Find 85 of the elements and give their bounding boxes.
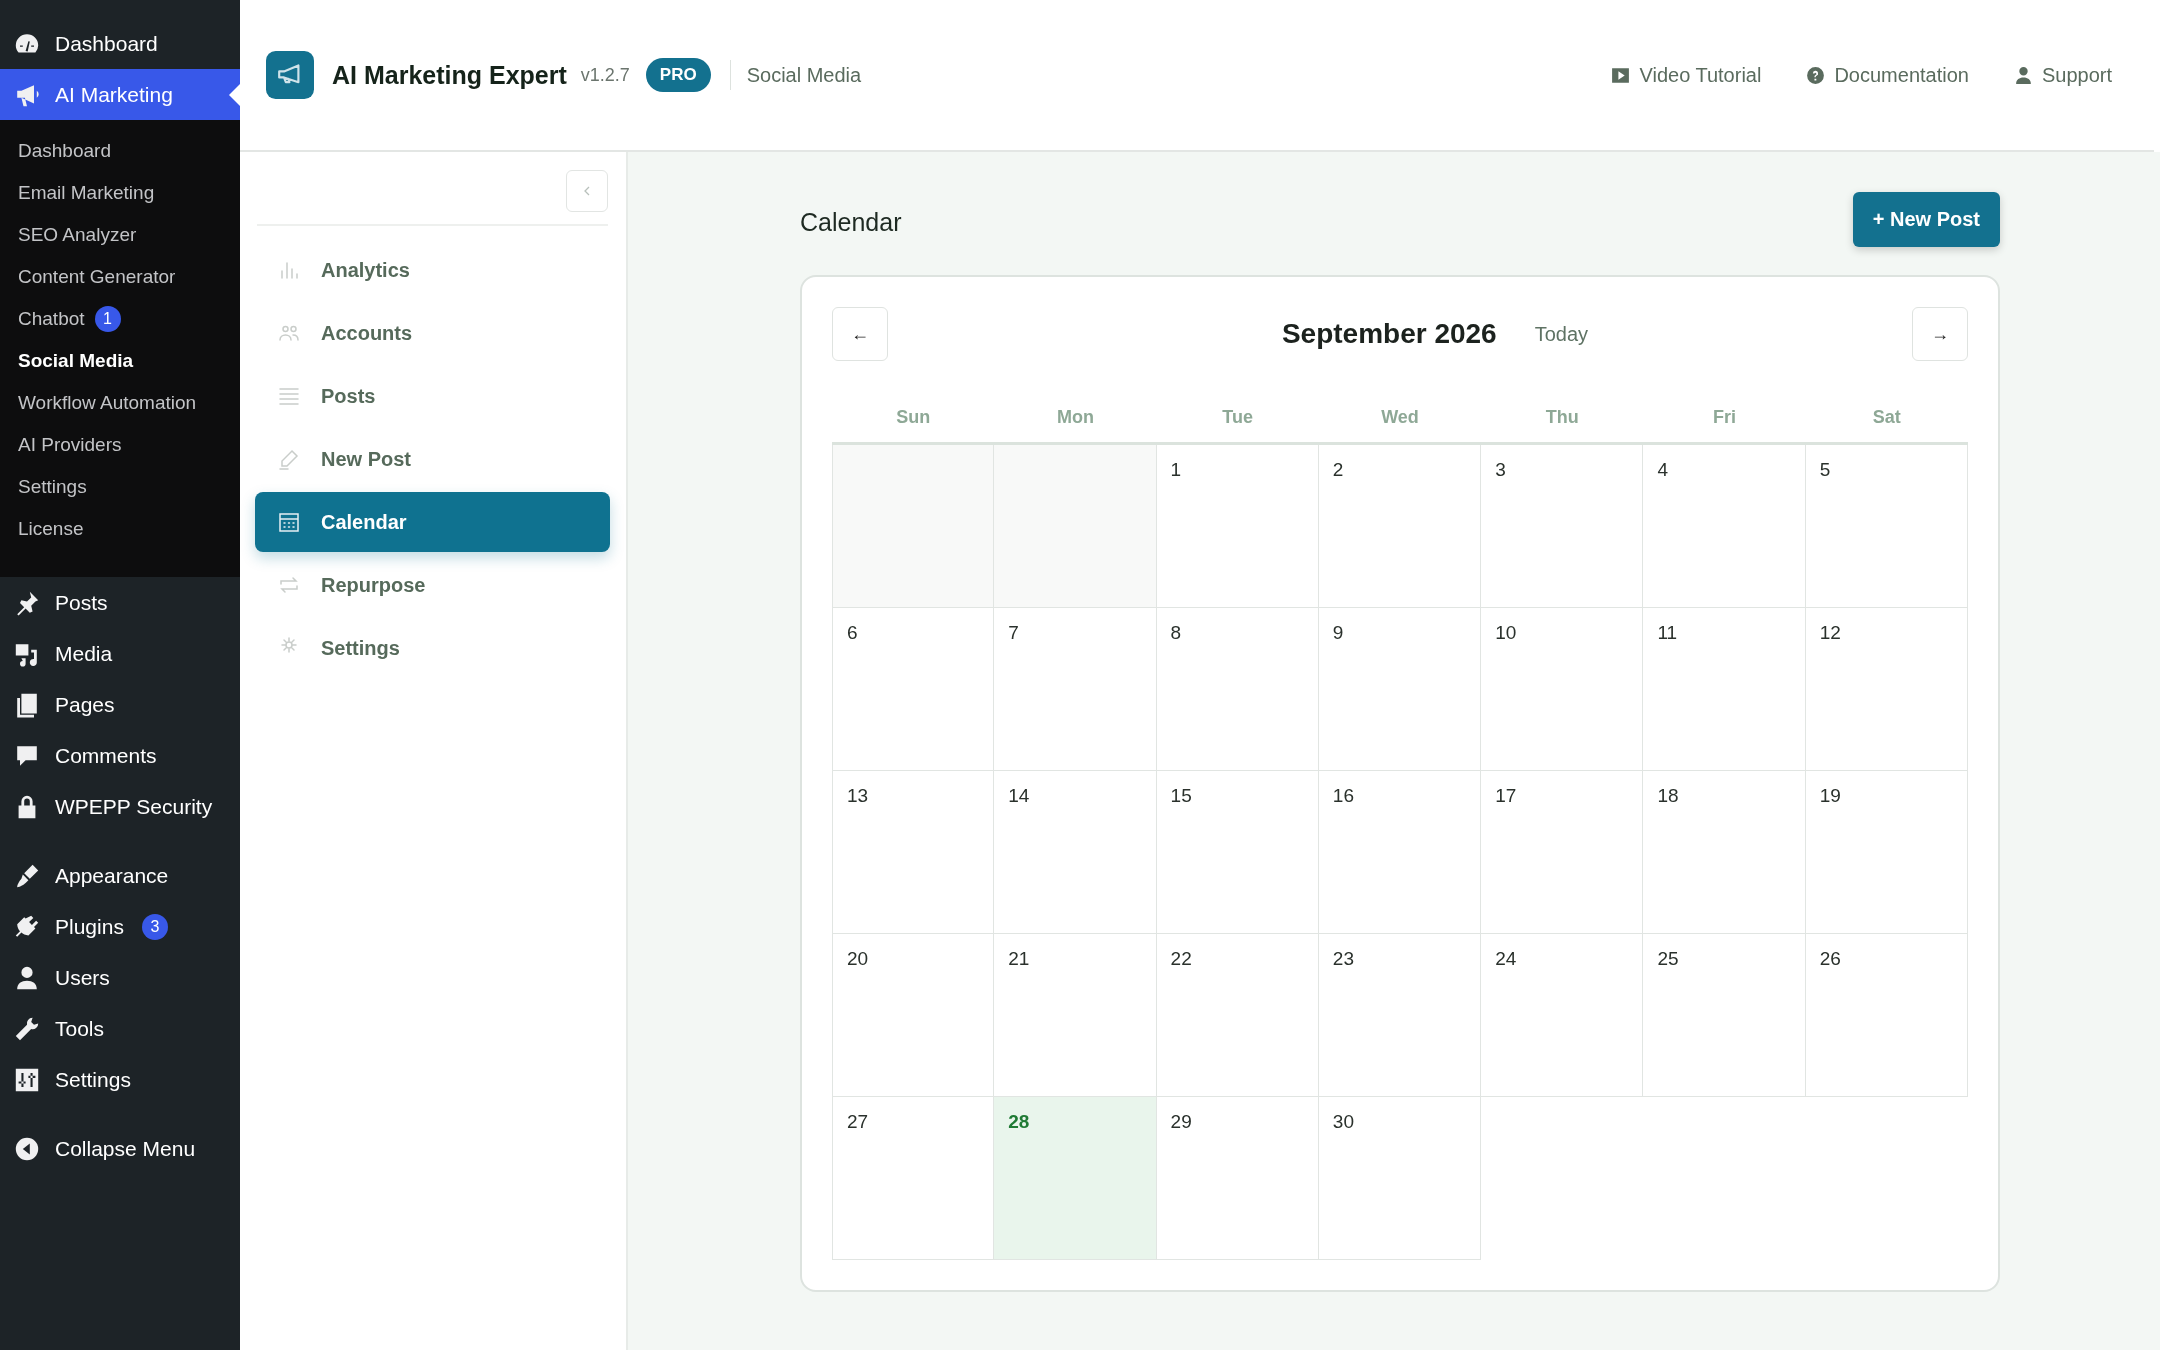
next-month-button[interactable]: → [1912, 307, 1968, 361]
submenu-item[interactable]: Settings [0, 466, 240, 508]
weekday-label: Wed [1380, 407, 1420, 428]
day-cell[interactable]: 10 [1481, 608, 1644, 771]
day-cell[interactable]: 7 [994, 608, 1157, 771]
submenu-item[interactable]: Chatbot 1 [0, 298, 240, 340]
admin-menu-item[interactable]: Dashboard [0, 18, 240, 69]
nav-item[interactable]: Posts [255, 366, 610, 426]
day-cell[interactable]: 8 [1156, 608, 1319, 771]
version-label: v1.2.7 [580, 64, 630, 86]
day-cell[interactable]: 18 [1643, 771, 1806, 934]
today-button[interactable]: Today [1534, 322, 1589, 346]
collapse-button[interactable] [566, 170, 608, 212]
plugin-title: AI Marketing Expert [332, 60, 567, 90]
submenu-item[interactable]: Content Generator [0, 256, 240, 298]
help-icon [1805, 64, 1827, 86]
day-cell[interactable]: 3 [1481, 445, 1644, 608]
previous-month-button[interactable]: ← [832, 307, 888, 361]
header-link[interactable]: Support [2012, 63, 2112, 87]
submenu-item[interactable]: Social Media [0, 340, 240, 382]
admin-menu-item[interactable]: Users [0, 952, 240, 1003]
day-cell[interactable]: 30 [1318, 1097, 1482, 1260]
weekday-label: Sun [895, 407, 932, 428]
admin-menu-item[interactable]: Posts [0, 577, 240, 628]
page-title: Calendar [800, 207, 902, 237]
day-cell[interactable]: 24 [1481, 934, 1644, 1097]
day-cell[interactable]: 2 [1318, 445, 1482, 608]
weekday-label: Thu [1544, 407, 1580, 428]
admin-menu-item[interactable]: WPEPP Security [0, 781, 240, 832]
admin-menu-item[interactable]: Tools [0, 1003, 240, 1054]
submenu-item[interactable]: Dashboard [0, 130, 240, 172]
day-cell[interactable]: 11 [1643, 608, 1806, 771]
submenu-item[interactable]: AI Providers [0, 424, 240, 466]
day-cell[interactable]: 19 [1805, 771, 1968, 934]
header-link[interactable]: Video Tutorial [1610, 63, 1762, 87]
day-cell[interactable]: 12 [1805, 608, 1968, 771]
admin-menu-item[interactable]: Plugins 3 [0, 901, 240, 952]
admin-menu-item[interactable]: Collapse Menu [0, 1123, 240, 1174]
nav-item[interactable]: Settings [255, 618, 610, 678]
admin-menu-item[interactable]: Settings [0, 1054, 240, 1105]
day-cell[interactable]: 23 [1318, 934, 1482, 1097]
pro-badge: PRO [645, 58, 711, 92]
day-cell[interactable]: 22 [1156, 934, 1319, 1097]
day-cell[interactable]: 1 [1156, 445, 1319, 608]
weekday-label: Sat [1871, 407, 1902, 428]
section-label: Social Media [746, 63, 862, 87]
admin-menu-item[interactable]: Pages [0, 679, 240, 730]
nav-item[interactable]: Repurpose [255, 555, 610, 615]
weekday-label: Tue [1221, 407, 1255, 428]
month-title: September 2026 [1281, 318, 1497, 350]
day-cell[interactable]: 26 [1805, 934, 1968, 1097]
day-cell[interactable]: 4 [1643, 445, 1806, 608]
nav-item[interactable]: Calendar [255, 492, 610, 552]
day-cell[interactable]: 29 [1156, 1097, 1319, 1260]
submenu-item[interactable]: Email Marketing [0, 172, 240, 214]
nav-item[interactable]: Analytics [255, 240, 610, 300]
calendar-icon [277, 510, 301, 534]
weekday-label: Mon [1055, 407, 1095, 428]
day-cell[interactable]: 9 [1318, 608, 1482, 771]
day-cell[interactable]: 28 [994, 1097, 1157, 1260]
megaphone-logo-icon [266, 51, 314, 99]
day-cell[interactable]: 6 [832, 608, 995, 771]
day-cell[interactable]: 15 [1156, 771, 1319, 934]
submenu-item[interactable]: License [0, 508, 240, 550]
day-cell[interactable]: 13 [832, 771, 995, 934]
day-cell[interactable]: 20 [832, 934, 995, 1097]
submenu-item[interactable]: Workflow Automation [0, 382, 240, 424]
admin-menu-item[interactable]: AI Marketing [0, 69, 240, 120]
admin-menu-item[interactable]: Appearance [0, 850, 240, 901]
day-cell[interactable]: 14 [994, 771, 1157, 934]
admin-menu-item[interactable]: Comments [0, 730, 240, 781]
submenu-item[interactable]: SEO Analyzer [0, 214, 240, 256]
count-badge: 1 [94, 306, 121, 332]
day-cell[interactable]: 17 [1481, 771, 1644, 934]
weekday-label: Fri [1712, 407, 1738, 428]
day-cell[interactable]: 16 [1318, 771, 1482, 934]
day-cell[interactable]: 25 [1643, 934, 1806, 1097]
day-cell[interactable]: 5 [1805, 445, 1968, 608]
nav-item[interactable]: Accounts [255, 303, 610, 363]
new-post-button[interactable]: + New Post [1852, 192, 2000, 247]
nav-item[interactable]: New Post [255, 429, 610, 489]
pencil-icon [277, 447, 301, 471]
admin-menu-item[interactable]: Media [0, 628, 240, 679]
count-badge: 3 [141, 913, 168, 940]
header-link[interactable]: Documentation [1805, 63, 1969, 87]
